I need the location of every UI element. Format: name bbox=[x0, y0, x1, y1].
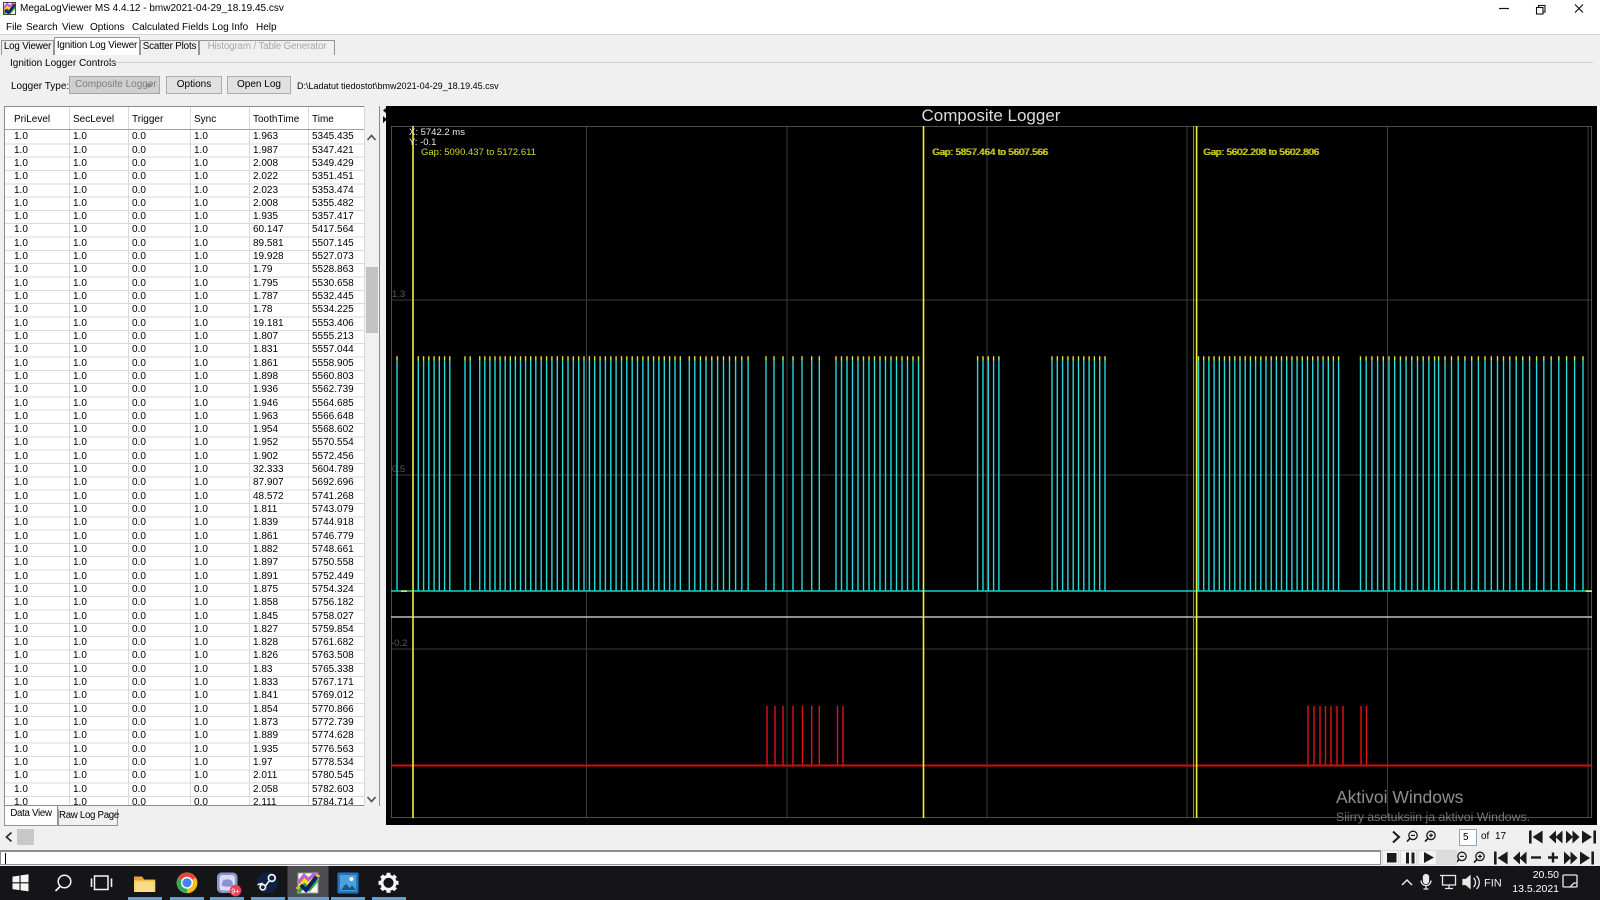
svg-text:9+: 9+ bbox=[231, 886, 240, 895]
svg-text:-0.2: -0.2 bbox=[391, 638, 407, 649]
svg-text:0.5: 0.5 bbox=[392, 464, 405, 475]
svg-text:Gap: 5090.437 to 5172.611: Gap: 5090.437 to 5172.611 bbox=[421, 147, 536, 158]
svg-text:Gap: 5857.464 to 5607.566: Gap: 5857.464 to 5607.566 bbox=[932, 147, 1048, 158]
svg-text:Siirry asetuksiin ja aktivoi W: Siirry asetuksiin ja aktivoi Windows. bbox=[1336, 810, 1530, 824]
svg-text:1.3: 1.3 bbox=[392, 289, 405, 300]
svg-text:Gap: 5602.208 to 5602.806: Gap: 5602.208 to 5602.806 bbox=[1203, 147, 1319, 158]
svg-text:Aktivoi Windows: Aktivoi Windows bbox=[1336, 787, 1464, 807]
svg-text:FIN: FIN bbox=[1484, 878, 1502, 890]
svg-text:Composite Logger: Composite Logger bbox=[922, 106, 1061, 125]
